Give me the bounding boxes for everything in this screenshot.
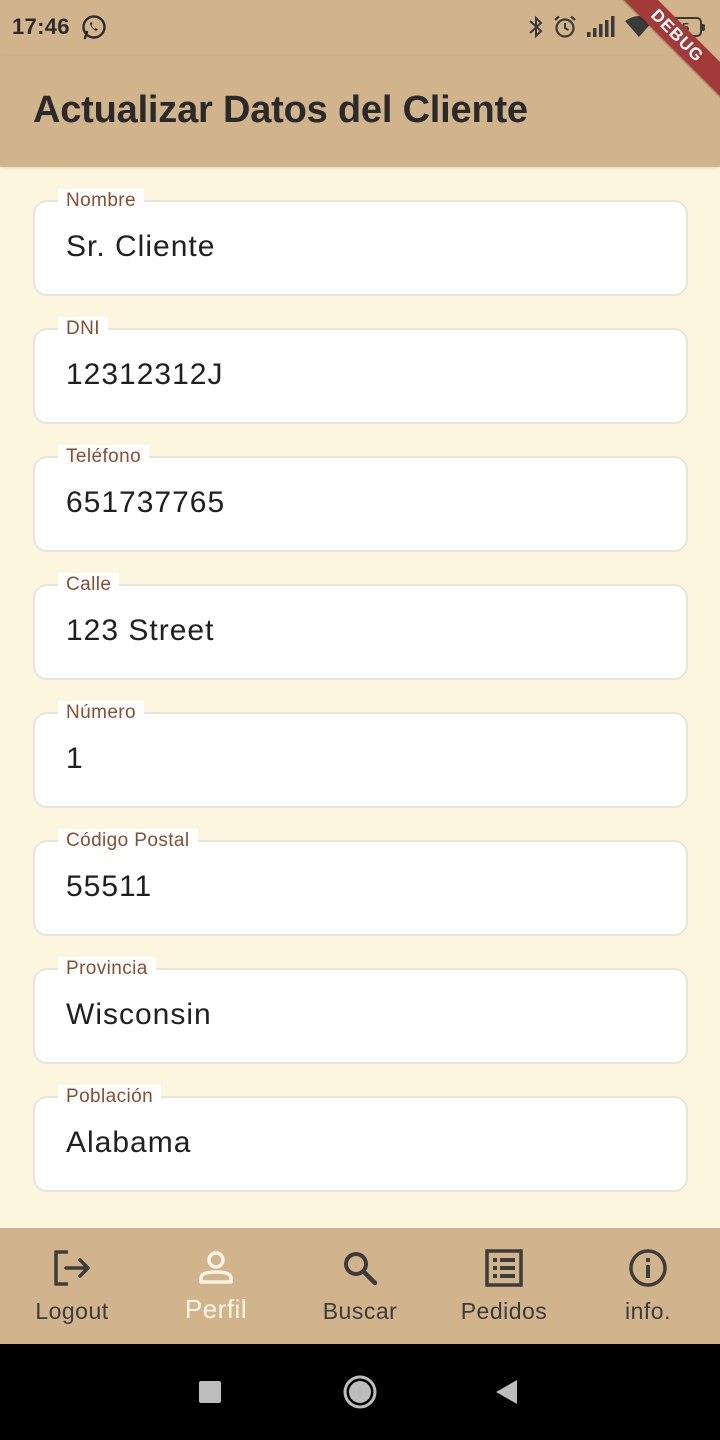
nav-item-info[interactable]: info. (576, 1228, 720, 1344)
field-label: Código Postal (58, 829, 198, 853)
recents-button[interactable] (192, 1374, 228, 1410)
field-value[interactable]: Alabama (66, 1126, 191, 1160)
nav-item-logout[interactable]: Logout (0, 1228, 144, 1344)
field-value[interactable]: 12312312J (66, 358, 223, 392)
field-value[interactable]: Wisconsin (66, 998, 212, 1032)
whatsapp-icon (82, 15, 106, 40)
nav-item-profile[interactable]: Perfil (144, 1228, 288, 1344)
number-field[interactable]: Número 1 (33, 701, 688, 808)
nav-label: Logout (35, 1298, 109, 1324)
back-button[interactable] (488, 1374, 524, 1410)
nav-label: info. (625, 1298, 671, 1324)
list-icon (485, 1249, 523, 1287)
nav-item-search[interactable]: Buscar (288, 1228, 432, 1344)
field-label: Teléfono (58, 445, 150, 469)
street-field[interactable]: Calle 123 Street (33, 573, 688, 680)
nav-item-orders[interactable]: Pedidos (432, 1228, 576, 1344)
home-button[interactable] (342, 1374, 378, 1410)
info-icon (629, 1249, 667, 1287)
field-value[interactable]: 651737765 (66, 486, 225, 520)
name-field[interactable]: Nombre Sr. Cliente (33, 189, 688, 296)
bluetooth-icon (529, 15, 543, 39)
person-icon (199, 1251, 233, 1284)
field-value[interactable]: Sr. Cliente (66, 230, 215, 264)
status-bar: 17:46 35 (0, 0, 720, 56)
field-value[interactable]: 1 (66, 742, 84, 776)
status-time: 17:46 (12, 14, 70, 39)
field-label: Población (58, 1085, 162, 1109)
signal-icon (587, 16, 615, 37)
field-label: DNI (58, 317, 108, 341)
app-bar: Actualizar Datos del Cliente (0, 56, 720, 167)
field-label: Provincia (58, 957, 156, 981)
postal-code-field[interactable]: Código Postal 55511 (33, 829, 688, 936)
alarm-icon (554, 15, 576, 38)
search-icon (344, 1252, 378, 1286)
province-field[interactable]: Provincia Wisconsin (33, 957, 688, 1064)
town-field[interactable]: Población Alabama (33, 1085, 688, 1192)
field-label: Calle (58, 573, 120, 597)
system-navigation (0, 1344, 720, 1440)
page-title: Actualizar Datos del Cliente (33, 89, 528, 131)
field-label: Número (58, 701, 144, 725)
logout-icon (54, 1250, 90, 1286)
nav-label: Perfil (184, 1294, 248, 1324)
nav-label: Buscar (322, 1298, 398, 1324)
field-label: Nombre (58, 189, 144, 213)
bottom-navigation: Logout Perfil Buscar Pedidos info. (0, 1228, 720, 1344)
field-value[interactable]: 123 Street (66, 614, 214, 648)
field-value[interactable]: 55511 (66, 870, 152, 904)
phone-field[interactable]: Teléfono 651737765 (33, 445, 688, 552)
dni-field[interactable]: DNI 12312312J (33, 317, 688, 424)
client-form: Nombre Sr. Cliente DNI 12312312J Teléfon… (0, 167, 720, 1228)
nav-label: Pedidos (460, 1298, 548, 1324)
